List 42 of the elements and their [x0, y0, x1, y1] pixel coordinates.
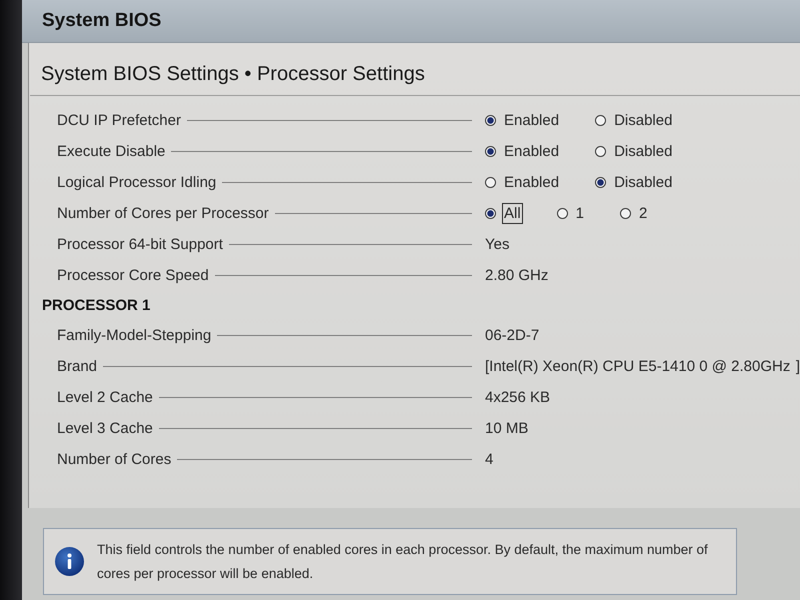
setting-value: 2.80 GHz	[485, 267, 548, 284]
setting-label: Brand	[57, 358, 98, 375]
radio-button[interactable]	[485, 146, 496, 157]
setting-label: Number of Cores per Processor	[57, 205, 269, 222]
option-label[interactable]: Enabled	[502, 110, 562, 131]
setting-value: [Intel(R) Xeon(R) CPU E5-1410 0 @ 2.80GHz	[485, 358, 790, 375]
page-title: System BIOS Settings • Processor Settings	[41, 63, 425, 86]
info-icon	[55, 547, 84, 576]
setting-label: Processor Core Speed	[57, 267, 209, 284]
closing-bracket: ]	[796, 358, 800, 375]
setting-value: 4	[485, 451, 494, 468]
option-label[interactable]: Enabled	[502, 172, 562, 193]
setting-label: Processor 64-bit Support	[57, 236, 223, 253]
option-label[interactable]: Disabled	[612, 141, 674, 162]
setting-value: 06-2D-7	[485, 327, 540, 344]
radio-button[interactable]	[595, 115, 606, 126]
setting-label: DCU IP Prefetcher	[57, 112, 181, 129]
setting-label: Execute Disable	[57, 143, 166, 160]
setting-value: 10 MB	[485, 420, 528, 437]
option-label[interactable]: 1	[574, 203, 586, 224]
setting-label: Level 2 Cache	[57, 389, 153, 406]
radio-button[interactable]	[485, 115, 496, 126]
help-text: This field controls the number of enabled cores in each processor. By default, the maximum number of cores per processor will be enabled.	[97, 540, 709, 583]
section-title: PROCESSOR 1	[41, 296, 152, 316]
option-label[interactable]: Disabled	[612, 110, 674, 131]
setting-label: Number of Cores	[57, 451, 172, 468]
radio-button[interactable]	[485, 208, 496, 219]
setting-label: Family-Model-Stepping	[57, 327, 212, 344]
setting-label: Logical Processor Idling	[57, 174, 216, 191]
radio-button[interactable]	[595, 146, 606, 157]
radio-button[interactable]	[556, 208, 568, 219]
setting-value: Yes	[485, 236, 510, 253]
radio-button[interactable]	[485, 177, 496, 188]
setting-label: Level 3 Cache	[57, 420, 153, 437]
radio-button[interactable]	[595, 177, 606, 188]
option-label[interactable]: All	[502, 203, 523, 224]
setting-value: 4x256 KB	[485, 389, 550, 406]
header-title: System BIOS	[42, 10, 162, 32]
radio-button[interactable]	[620, 208, 632, 219]
option-label[interactable]: 2	[637, 203, 650, 224]
option-label[interactable]: Disabled	[612, 172, 674, 193]
option-label[interactable]: Enabled	[502, 141, 562, 162]
